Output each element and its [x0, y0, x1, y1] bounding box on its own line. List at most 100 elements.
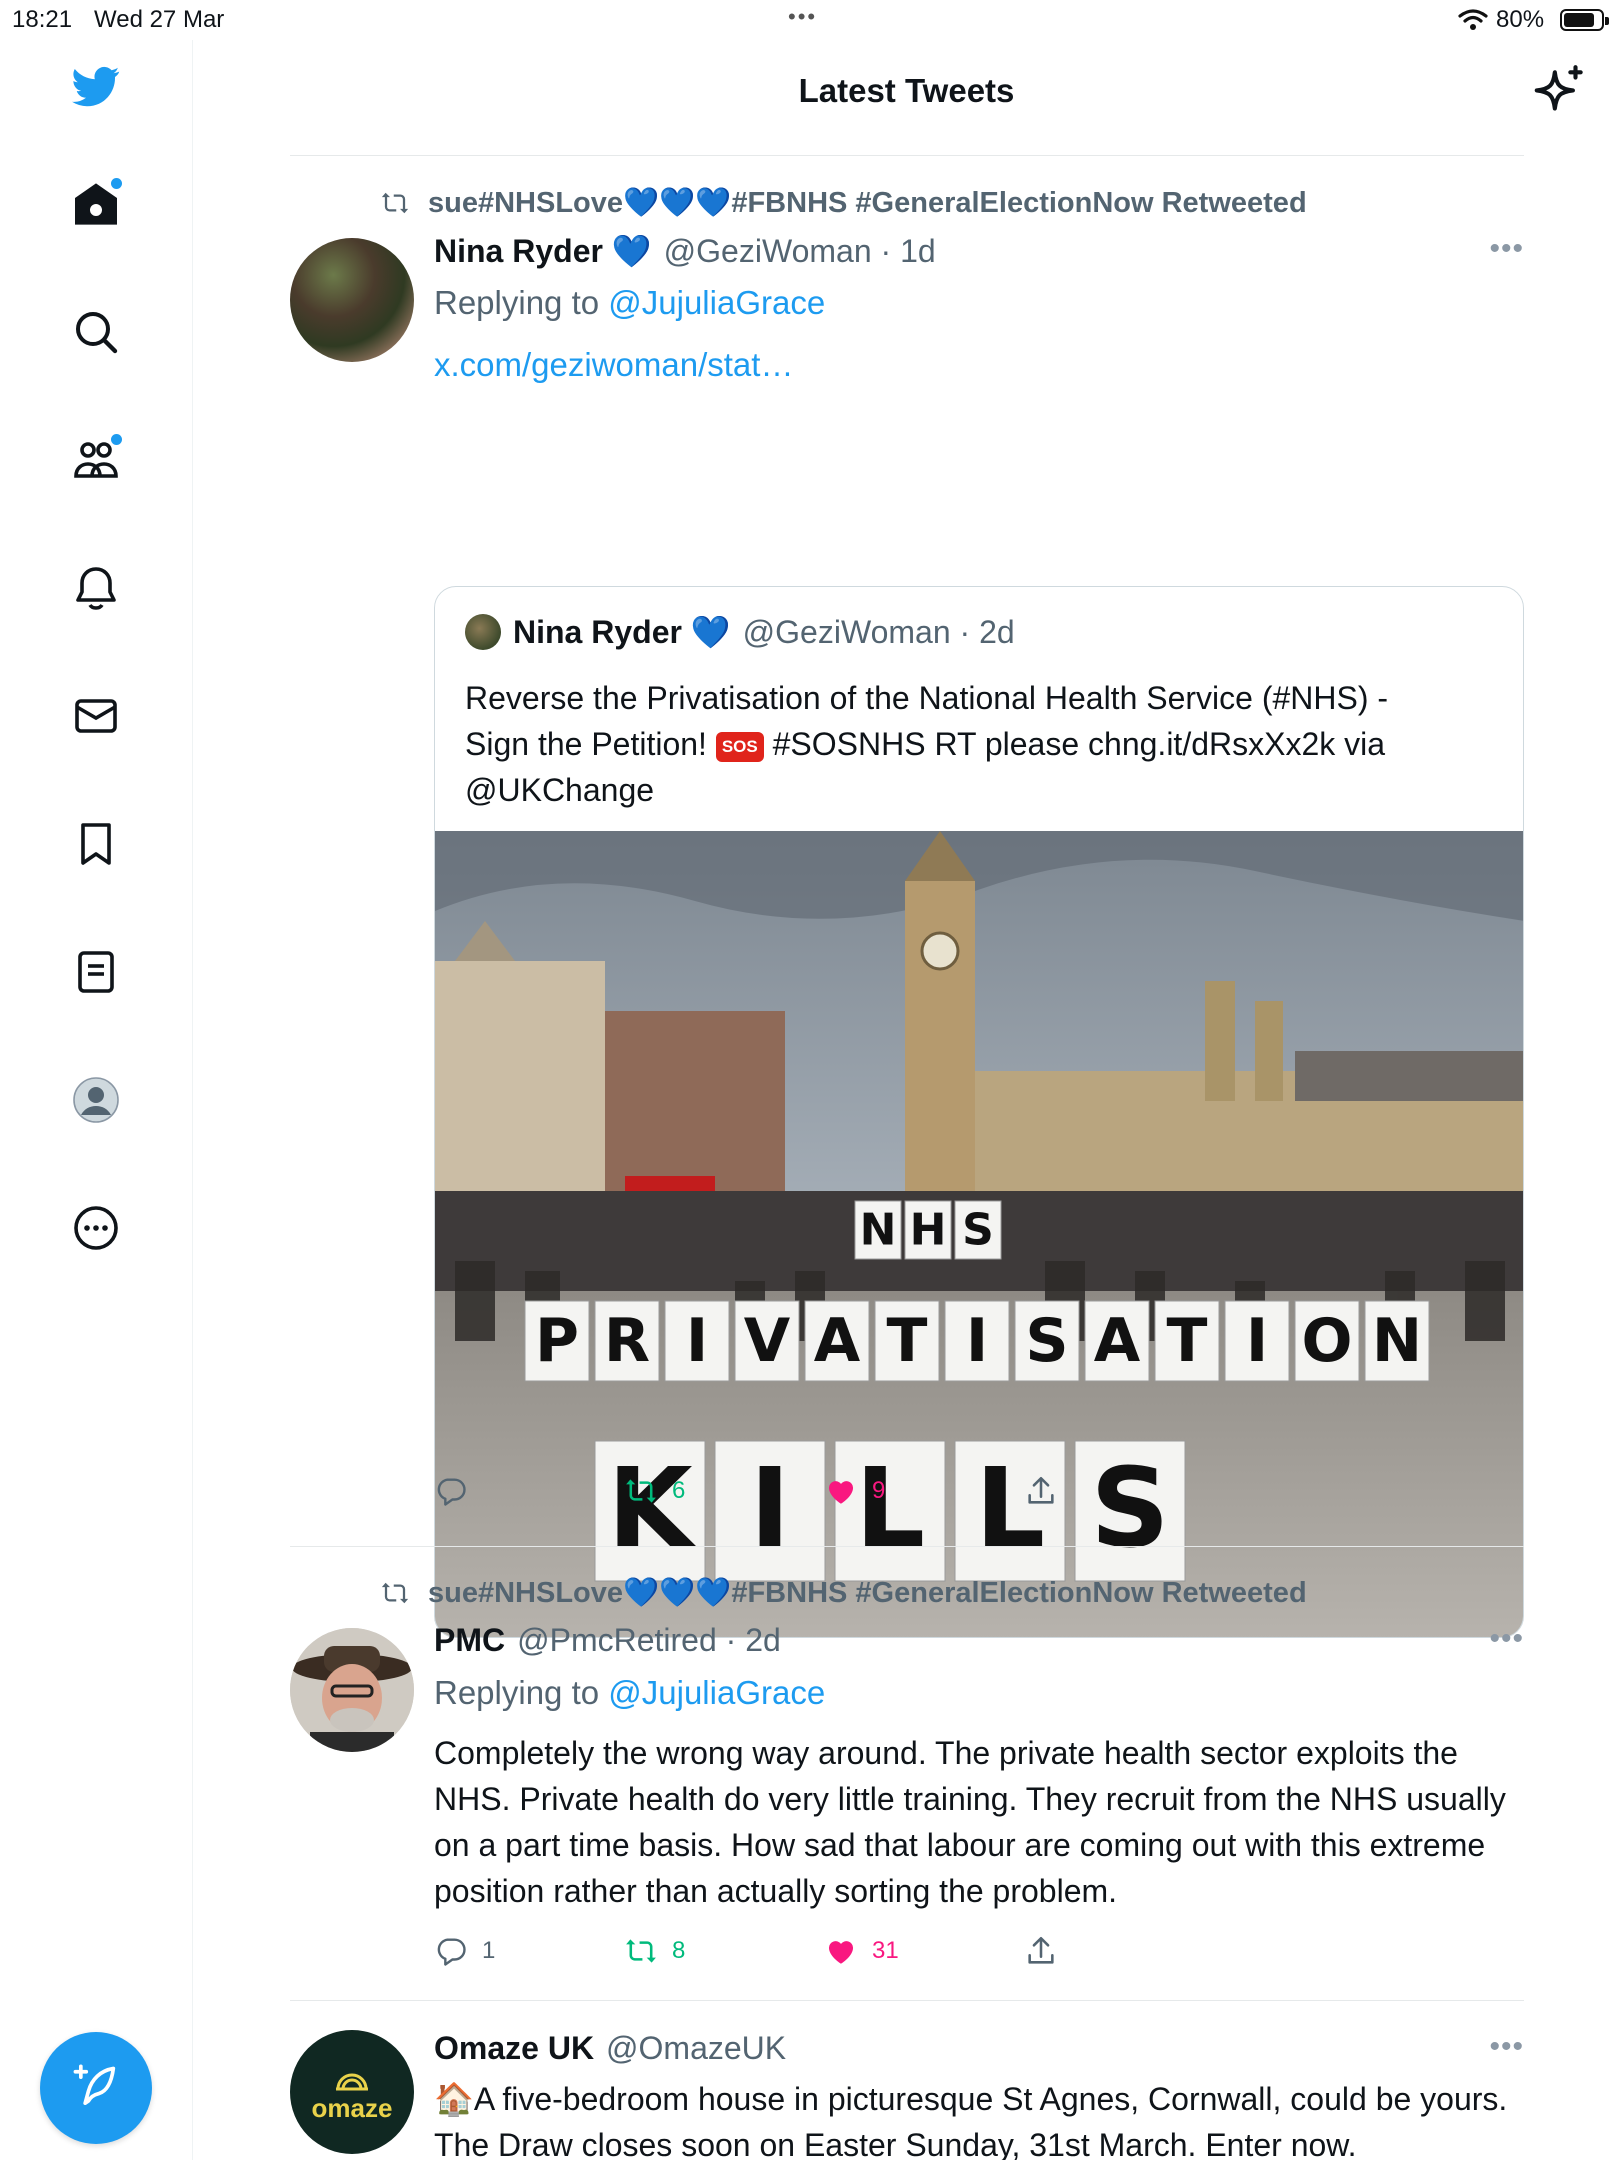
like-button[interactable]: 9 — [824, 1474, 885, 1508]
search-icon — [76, 312, 118, 354]
retweet-icon — [381, 192, 409, 214]
quoted-tweet-text: Reverse the Privatisation of the Nationa… — [465, 675, 1485, 813]
more-options-icon[interactable]: ••• — [1489, 2030, 1524, 2064]
replying-to-link[interactable]: @JujuliaGrace — [608, 284, 825, 321]
author-name[interactable]: Nina Ryder 💙 — [434, 232, 652, 270]
replying-to: Replying to @JujuliaGrace — [434, 284, 825, 322]
placard-letter: S — [1025, 1306, 1068, 1376]
tweet[interactable]: omaze Omaze UK @OmazeUK ••• 🏠A five-bedr… — [290, 2020, 1524, 2160]
replying-to-label: Replying to — [434, 284, 609, 321]
quoted-text-line: Reverse the Privatisation of the Nationa… — [465, 680, 1389, 716]
author-name[interactable]: PMC — [434, 1622, 505, 1659]
nav-profile[interactable] — [66, 1070, 126, 1130]
retweeted-by-text[interactable]: sue#NHSLove💙💙💙#FBNHS #GeneralElectionNow… — [428, 186, 1307, 220]
placard-letter: O — [1301, 1306, 1352, 1376]
author-avatar[interactable] — [290, 238, 414, 362]
heart-filled-icon — [828, 1941, 854, 1964]
reply-button[interactable] — [434, 1474, 468, 1508]
mail-icon — [75, 699, 117, 733]
page-title: Latest Tweets — [798, 72, 1015, 109]
nav-messages[interactable] — [66, 686, 126, 746]
reply-icon — [437, 1938, 466, 1966]
bookmark-icon — [81, 823, 111, 865]
sidebar-nav — [0, 40, 193, 2160]
retweet-count: 8 — [672, 1937, 686, 1964]
tweet-header: PMC @PmcRetired · 2d — [434, 1622, 781, 1659]
share-button[interactable] — [1024, 1474, 1058, 1508]
author-name[interactable]: Omaze UK — [434, 2030, 594, 2067]
author-avatar[interactable] — [290, 1628, 414, 1752]
protest-photo: NHS PRIVATISATION KILLS — [435, 831, 1523, 1637]
placard-letter: T — [887, 1306, 928, 1376]
placard-letter: H — [910, 1205, 947, 1256]
retweet-button[interactable]: 8 — [624, 1934, 685, 1968]
omaze-logo-text: omaze — [311, 2092, 393, 2123]
more-options-icon[interactable]: ••• — [1489, 232, 1524, 266]
quoted-author-name[interactable]: Nina Ryder 💙 — [513, 613, 731, 651]
nav-notifications[interactable] — [66, 558, 126, 618]
placard-letter: V — [744, 1306, 791, 1376]
heart-filled-icon — [828, 1481, 854, 1504]
retweeted-by-text[interactable]: sue#NHSLove💙💙💙#FBNHS #GeneralElectionNow… — [428, 1576, 1307, 1610]
retweet-count: 6 — [672, 1477, 686, 1504]
compose-tweet-button[interactable] — [40, 2032, 152, 2144]
reply-icon — [437, 1478, 466, 1506]
quoted-tweet-header: Nina Ryder 💙 @GeziWoman · 2d — [465, 613, 1015, 651]
quoted-text-segment: #SOSNHS RT please chng.it/dRsxXx2k via — [772, 726, 1386, 762]
tweet-actions: 1 8 31 — [434, 1934, 1154, 1974]
sparkle-icon[interactable] — [1529, 62, 1591, 124]
like-button[interactable]: 31 — [824, 1934, 899, 1968]
share-icon — [1028, 1476, 1054, 1504]
multitasking-dots-icon[interactable]: ••• — [788, 4, 817, 30]
quoted-text-line: @UKChange — [465, 772, 655, 808]
compose-feather-icon — [73, 2064, 116, 2106]
author-avatar[interactable]: omaze — [290, 2030, 414, 2154]
status-time: 18:21 — [12, 6, 73, 33]
quoted-author-avatar[interactable] — [465, 614, 501, 650]
more-options-icon[interactable]: ••• — [1489, 1622, 1524, 1656]
tweet[interactable]: sue#NHSLove💙💙💙#FBNHS #GeneralElectionNow… — [290, 1570, 1524, 1970]
retweet-button[interactable]: 6 — [624, 1474, 685, 1508]
quoted-tweet-photo[interactable]: NHS PRIVATISATION KILLS — [435, 831, 1523, 1637]
placard-letter: I — [1246, 1306, 1268, 1376]
placard-row-nhs: NHS — [854, 1200, 1002, 1260]
nav-home[interactable] — [66, 174, 126, 234]
share-button[interactable] — [1024, 1934, 1058, 1968]
share-icon — [1028, 1936, 1054, 1964]
retweet-icon — [626, 1939, 656, 1963]
bell-icon — [76, 567, 116, 610]
tweet-link[interactable]: x.com/geziwoman/stat… — [434, 346, 793, 384]
replying-to-link[interactable]: @JujuliaGrace — [608, 1674, 825, 1711]
replying-to-label: Replying to — [434, 1674, 609, 1711]
profile-avatar-icon — [73, 1077, 119, 1123]
placard-letter: T — [1167, 1306, 1208, 1376]
communities-notification-dot — [111, 434, 122, 445]
reply-button[interactable]: 1 — [434, 1934, 495, 1968]
nav-communities[interactable] — [66, 430, 126, 490]
nav-lists[interactable] — [66, 942, 126, 1002]
reply-count: 1 — [482, 1937, 496, 1964]
tweet[interactable]: sue#NHSLove💙💙💙#FBNHS #GeneralElectionNow… — [290, 180, 1524, 1638]
nav-search[interactable] — [66, 302, 126, 362]
status-bar: 18:21 Wed 27 Mar ••• 80% — [0, 0, 1620, 40]
quoted-author-handle[interactable]: @GeziWoman · 2d — [743, 614, 1015, 651]
nav-more[interactable] — [66, 1198, 126, 1258]
tweet-divider — [290, 2000, 1524, 2001]
author-handle[interactable]: @OmazeUK — [606, 2030, 786, 2067]
more-circle-icon — [74, 1206, 118, 1250]
placard-letter: A — [814, 1306, 861, 1376]
author-handle[interactable]: @PmcRetired · 2d — [517, 1622, 781, 1659]
home-notification-dot — [111, 178, 122, 189]
nav-bookmarks[interactable] — [66, 814, 126, 874]
twitter-logo-icon[interactable] — [66, 56, 126, 116]
placard-letter: N — [860, 1205, 897, 1256]
quoted-text-segment: Sign the Petition! — [465, 726, 707, 762]
placard-letter: R — [604, 1306, 650, 1376]
tweet-text: Completely the wrong way around. The pri… — [434, 1735, 1506, 1909]
list-icon — [78, 951, 114, 993]
omaze-logo-icon — [336, 2073, 368, 2090]
quoted-text-line: Sign the Petition! SOS #SOSNHS RT please… — [465, 721, 1485, 767]
tweet-header: Nina Ryder 💙 @GeziWoman · 1d — [434, 232, 936, 270]
timeline-header: Latest Tweets — [193, 40, 1620, 156]
author-handle[interactable]: @GeziWoman · 1d — [664, 233, 936, 270]
